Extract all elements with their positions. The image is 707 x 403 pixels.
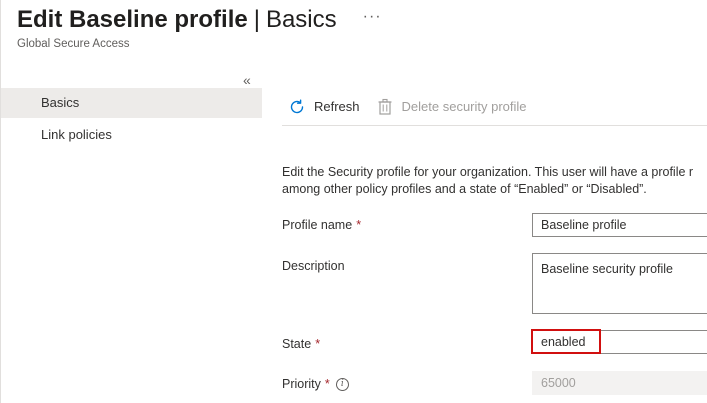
description-label: Description — [282, 259, 345, 273]
double-chevron-left-icon[interactable]: « — [243, 72, 251, 88]
sidebar: Basics Link policies — [1, 88, 262, 150]
refresh-icon — [288, 98, 306, 116]
refresh-button[interactable]: Refresh — [288, 92, 360, 122]
title-separator: | — [253, 6, 260, 33]
page-subtitle: Global Secure Access — [17, 38, 130, 50]
page-title: Edit Baseline profile — [17, 6, 248, 33]
sidebar-item-basics[interactable]: Basics — [1, 88, 262, 118]
refresh-label: Refresh — [314, 99, 360, 114]
edit-profile-blade: Edit Baseline profile | Basics ··· Globa… — [0, 0, 707, 403]
state-input[interactable]: enabled — [532, 330, 707, 354]
trash-icon — [376, 98, 394, 116]
required-mark: * — [324, 377, 330, 391]
profile-name-label: Profile name * — [282, 218, 361, 232]
required-mark: * — [356, 218, 362, 232]
priority-label-text: Priority — [282, 377, 321, 391]
description-line-2: among other policy profiles and a state … — [282, 182, 647, 196]
description-textarea[interactable]: Baseline security profile — [532, 253, 707, 314]
state-label-text: State — [282, 337, 312, 351]
sidebar-item-link-policies[interactable]: Link policies — [1, 120, 262, 150]
required-mark: * — [315, 337, 321, 351]
state-label: State * — [282, 337, 320, 351]
info-icon[interactable]: i — [335, 377, 349, 391]
blade-header: Edit Baseline profile | Basics ··· Globa… — [17, 6, 382, 50]
description-label-text: Description — [282, 259, 345, 273]
priority-label: Priority * i — [282, 377, 349, 391]
page-section: Basics — [265, 6, 337, 33]
description-line-1: Edit the Security profile for your organ… — [282, 165, 694, 179]
title-row: Edit Baseline profile | Basics ··· — [17, 6, 382, 34]
command-bar: Refresh Delete security profile — [282, 88, 707, 126]
profile-name-label-text: Profile name — [282, 218, 353, 232]
profile-name-input[interactable]: Baseline profile — [532, 213, 707, 237]
priority-input: 65000 — [532, 371, 707, 395]
form-description: Edit the Security profile for your organ… — [282, 164, 707, 198]
delete-label: Delete security profile — [401, 99, 527, 114]
more-horizontal-icon[interactable]: ··· — [363, 8, 382, 26]
delete-security-profile-button[interactable]: Delete security profile — [376, 92, 527, 122]
